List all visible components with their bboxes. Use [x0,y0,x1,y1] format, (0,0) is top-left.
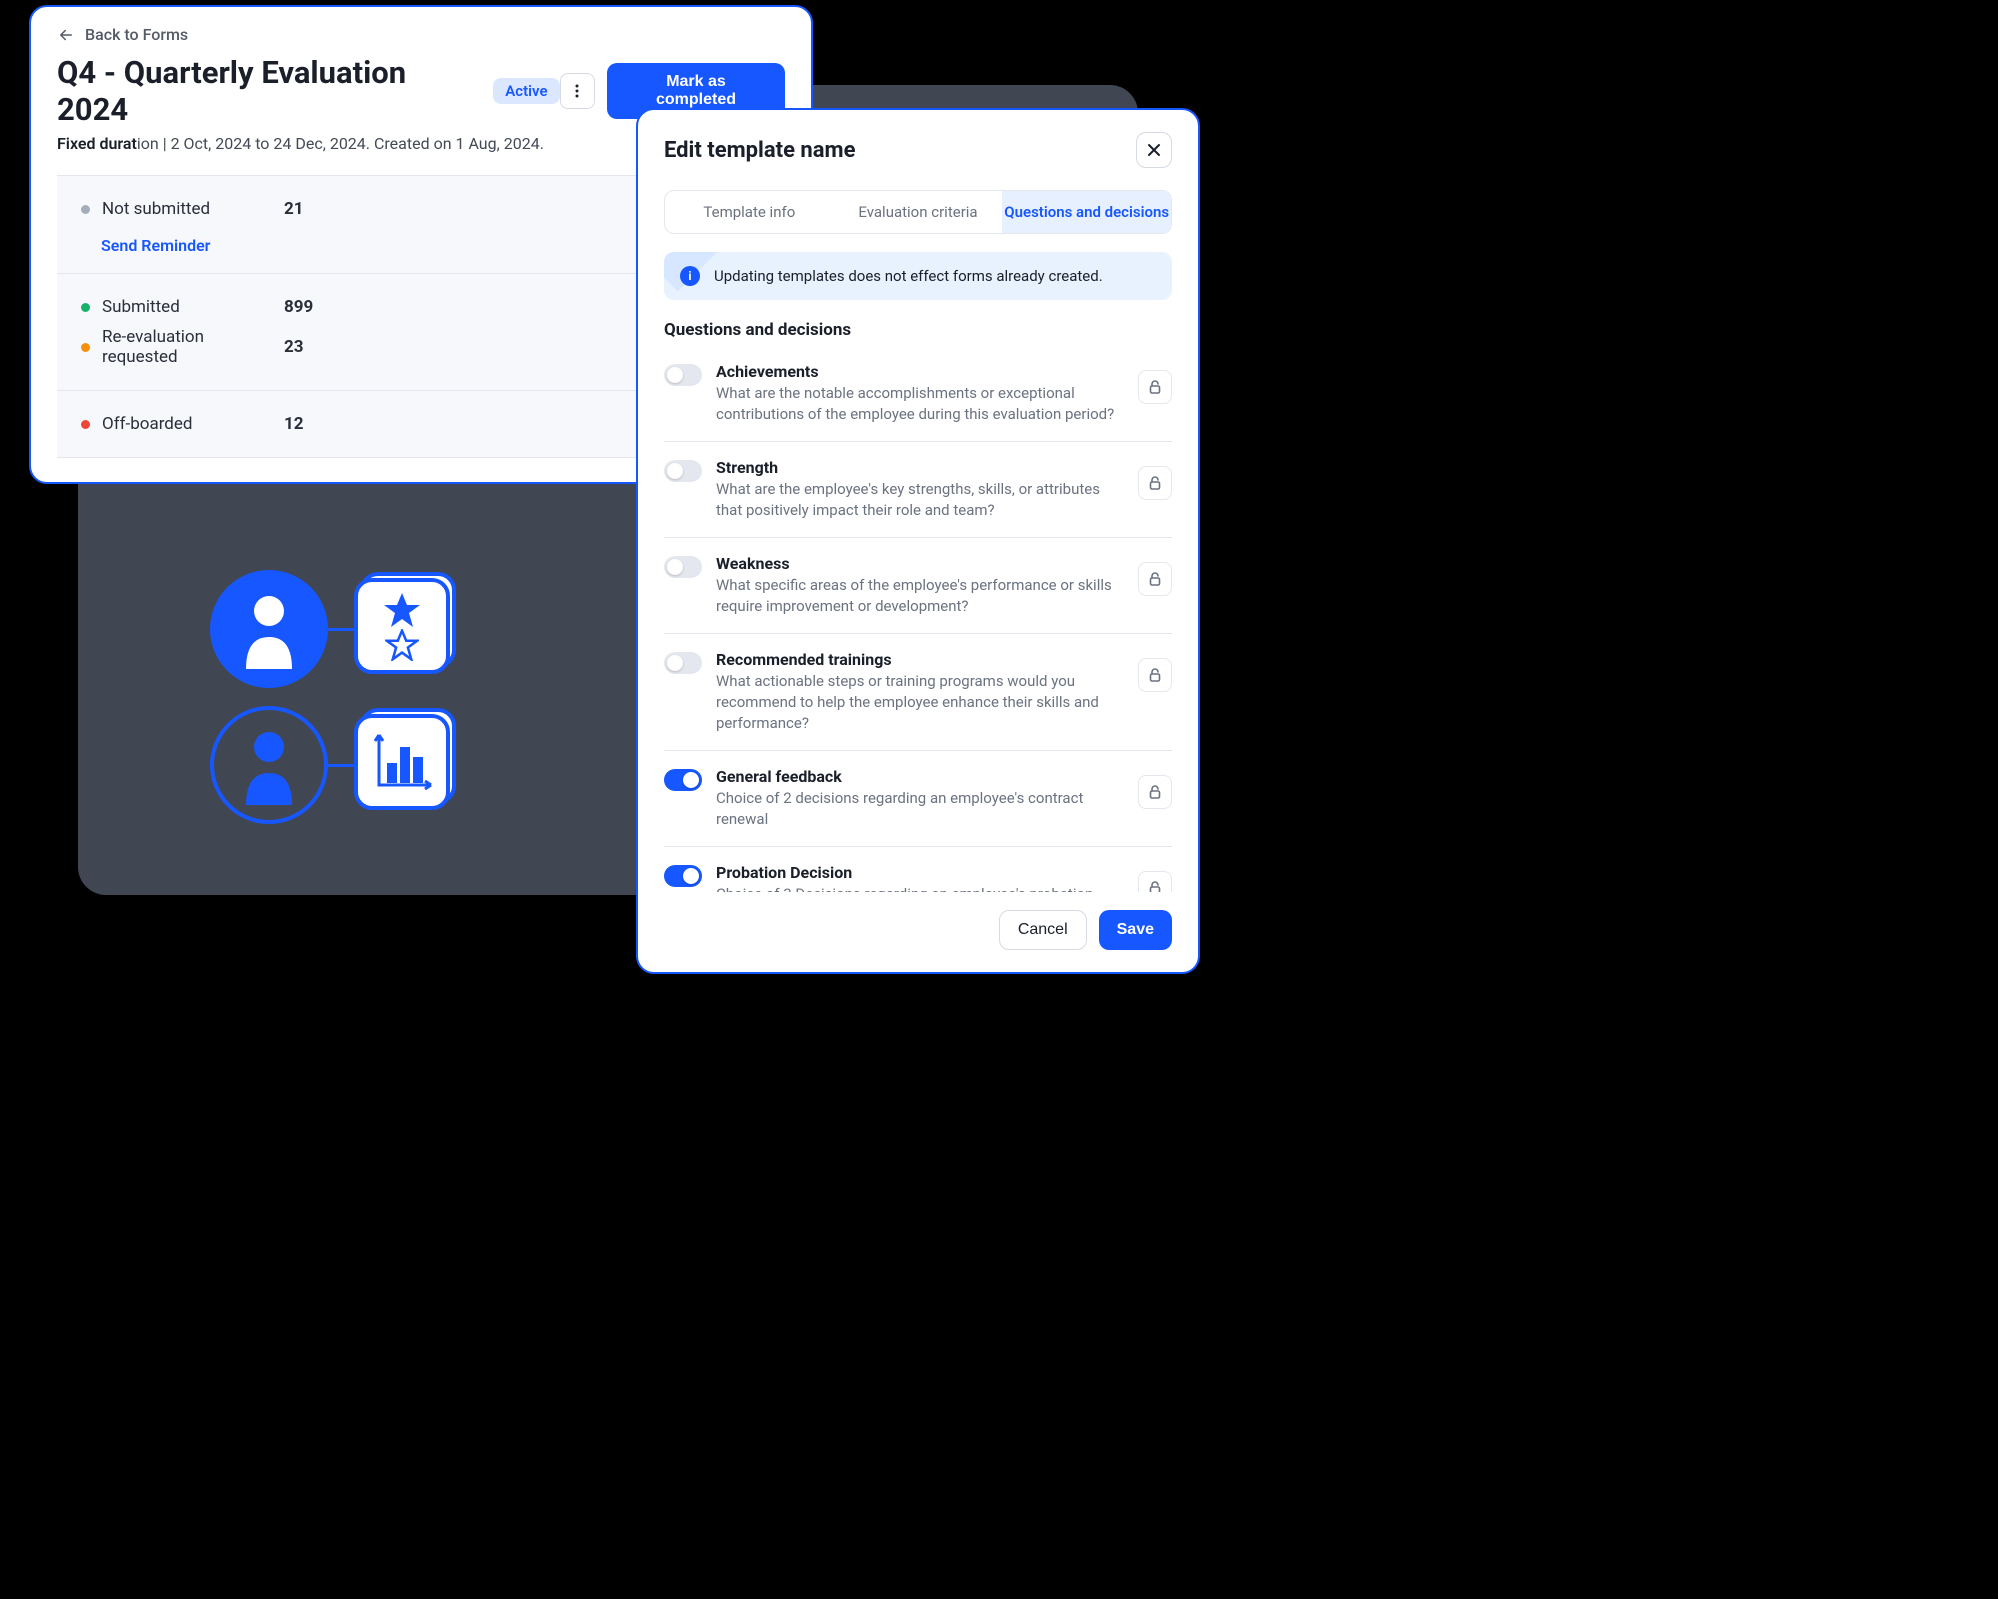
lock-button[interactable] [1138,871,1172,892]
question-list: Achievements What are the notable accompl… [664,358,1172,892]
back-link[interactable]: Back to Forms [57,25,785,44]
page-title: Q4 - Quarterly Evaluation 2024 [57,54,479,128]
lock-button[interactable] [1138,658,1172,692]
status-badge: Active [493,78,559,104]
question-title: Weakness [716,554,1124,573]
question-title: Strength [716,458,1124,477]
arrow-left-icon [57,26,75,44]
toggle-3[interactable] [664,652,702,674]
question-item: Probation Decision Choice of 3 Decisions … [664,847,1172,892]
illustration [210,570,480,810]
alert-text: Updating templates does not effect forms… [714,267,1103,285]
cancel-button[interactable]: Cancel [999,910,1087,950]
modal-tabs: Template info Evaluation criteria Questi… [664,190,1172,234]
tab-template-info[interactable]: Template info [665,191,834,233]
save-button[interactable]: Save [1099,910,1172,950]
connector-line [328,764,354,767]
lock-open-icon [1147,667,1163,683]
status-dot-icon [81,303,90,312]
lock-open-icon [1147,379,1163,395]
section-heading: Questions and decisions [664,320,1172,340]
question-item: Strength What are the employee's key stre… [664,442,1172,538]
toggle-5[interactable] [664,865,702,887]
status-dot-icon [81,205,90,214]
toggle-4[interactable] [664,769,702,791]
question-desc: What actionable steps or training progra… [716,671,1124,734]
toggle-0[interactable] [664,364,702,386]
lock-button[interactable] [1138,370,1172,404]
question-item: Achievements What are the notable accompl… [664,358,1172,442]
question-title: Achievements [716,362,1124,381]
close-icon [1146,142,1162,158]
chart-tile-icon [354,714,450,810]
lock-open-icon [1147,784,1163,800]
tab-evaluation-criteria[interactable]: Evaluation criteria [834,191,1003,233]
lock-open-icon [1147,475,1163,491]
lock-open-icon [1147,571,1163,587]
question-desc: What are the notable accomplishments or … [716,383,1124,425]
lock-open-icon [1147,880,1163,892]
question-item: General feedback Choice of 2 decisions re… [664,751,1172,847]
lock-button[interactable] [1138,562,1172,596]
question-title: Recommended trainings [716,650,1124,669]
status-dot-icon [81,343,90,352]
more-vertical-icon [569,83,585,99]
question-desc: What are the employee's key strengths, s… [716,479,1124,521]
avatar-outline-icon [210,706,328,824]
question-item: Recommended trainings What actionable ste… [664,634,1172,751]
edit-template-modal: Edit template name Template info Evaluat… [636,108,1200,974]
info-alert: i Updating templates does not effect for… [664,252,1172,300]
toggle-2[interactable] [664,556,702,578]
lock-button[interactable] [1138,466,1172,500]
avatar-icon [210,570,328,688]
question-item: Weakness What specific areas of the emplo… [664,538,1172,634]
question-desc: What specific areas of the employee's pe… [716,575,1124,617]
connector-line [328,628,354,631]
question-title: Probation Decision [716,863,1124,882]
lock-button[interactable] [1138,775,1172,809]
info-icon: i [680,266,700,286]
status-dot-icon [81,420,90,429]
question-desc: Choice of 3 Decisions regarding an emplo… [716,884,1124,892]
back-label: Back to Forms [85,25,188,44]
question-title: General feedback [716,767,1124,786]
question-desc: Choice of 2 decisions regarding an emplo… [716,788,1124,830]
more-menu-button[interactable] [560,73,596,109]
close-button[interactable] [1136,132,1172,168]
star-tile-icon [354,578,450,674]
toggle-1[interactable] [664,460,702,482]
modal-title: Edit template name [664,138,855,163]
tab-questions-decisions[interactable]: Questions and decisions [1002,191,1171,233]
